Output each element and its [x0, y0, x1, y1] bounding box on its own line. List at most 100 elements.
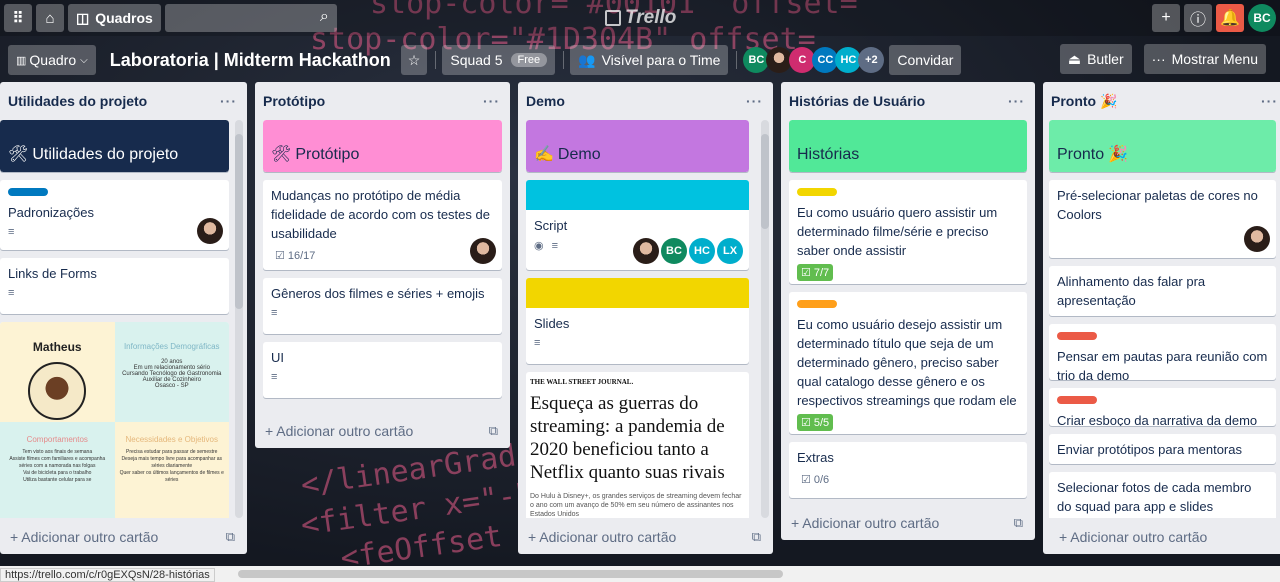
list-scrollbar-thumb[interactable] [235, 134, 243, 309]
card-pautas[interactable]: Pensar em pautas para reunião com trio d… [1049, 324, 1276, 380]
divider [736, 51, 738, 69]
butler-label: Butler [1087, 51, 1124, 67]
list-scrollbar[interactable] [235, 120, 243, 518]
add-card-button[interactable]: + Adicionar outro cartão⧉ [255, 414, 510, 448]
card-template-icon[interactable]: ⧉ [489, 423, 498, 439]
cover-card[interactable]: Pronto 🎉 [1049, 120, 1276, 172]
cover-card[interactable]: Histórias [789, 120, 1027, 172]
card-article[interactable]: THE WALL STREET JOURNAL. Esqueça as guer… [526, 372, 749, 518]
add-card-button[interactable]: + Adicionar outro cartão⧉ [781, 506, 1035, 540]
list-header[interactable]: Pronto 🎉 ··· [1043, 82, 1280, 120]
more-members-badge[interactable]: +2 [858, 47, 885, 73]
card-label [1057, 332, 1097, 340]
card-padronizacoes[interactable]: Padronizações ≡ [0, 180, 229, 250]
card-title: Utilidades do projeto [32, 146, 179, 163]
card-fotos[interactable]: Selecionar fotos de cada membro do squad… [1049, 472, 1276, 518]
member-avatar[interactable]: HC [689, 238, 715, 264]
cover-card[interactable]: 🛠 Protótipo [263, 120, 502, 172]
boards-button[interactable]: ◫ Quadros [68, 4, 161, 32]
card-members [197, 218, 223, 244]
list-scrollbar[interactable] [761, 120, 769, 518]
notifications-button[interactable]: 🔔 [1216, 4, 1244, 32]
card-template-icon[interactable]: ⧉ [752, 529, 761, 545]
team-icon: 👥 [578, 51, 596, 68]
cover-card[interactable]: ✍ Demo [526, 120, 749, 172]
card-template-icon[interactable]: ⧉ [226, 529, 235, 545]
card-title: Alinhamento das falar pra apresentação [1057, 274, 1206, 308]
visibility-button[interactable]: 👥 Visível para o Time [570, 45, 729, 75]
card-enviar-prototipos[interactable]: Enviar protótipos para mentoras [1049, 434, 1276, 464]
list-scrollbar-thumb[interactable] [761, 134, 769, 229]
card-paletas[interactable]: Pré-selecionar paletas de cores no Coolo… [1049, 180, 1276, 258]
card-links-de-forms[interactable]: Links de Forms ≡ [0, 258, 229, 314]
checkbox-icon: ☑ [801, 267, 811, 279]
list-header[interactable]: Demo ··· [518, 82, 773, 120]
horizontal-scrollbar-thumb[interactable] [238, 570, 783, 578]
card-generos[interactable]: Gêneros dos filmes e séries + emojis ≡ [263, 278, 502, 334]
list-menu-icon[interactable]: ··· [1261, 93, 1278, 109]
card-historia-2[interactable]: Eu como usuário desejo assistir um deter… [789, 292, 1027, 434]
star-board-button[interactable]: ☆ [400, 45, 428, 75]
list-title[interactable]: Histórias de Usuário [789, 93, 925, 109]
description-icon: ≡ [271, 307, 278, 319]
checkbox-icon: ☑ [801, 474, 811, 486]
card-badges: ≡ [263, 369, 502, 389]
list-menu-icon[interactable]: ··· [220, 93, 237, 109]
persona-image-card[interactable]: Matheus Informações Demográficas 20 anos… [0, 322, 229, 518]
list-title[interactable]: Pronto [1051, 93, 1096, 109]
list-menu-icon[interactable]: ··· [1008, 93, 1025, 109]
card-extras[interactable]: Extras ☑ 0/6 [789, 442, 1027, 498]
show-menu-button[interactable]: ··· Mostrar Menu [1143, 44, 1266, 74]
create-button[interactable]: + [1152, 4, 1180, 32]
user-avatar[interactable]: BC [1248, 4, 1276, 32]
butler-icon: ⏏ [1067, 50, 1082, 67]
cover-card[interactable]: 🛠 Utilidades do projeto [0, 120, 229, 172]
card-badges: ≡ [0, 285, 229, 305]
card-script[interactable]: Script ◉ ≡ BC HC LX [526, 180, 749, 270]
card-template-icon[interactable]: ⧉ [1014, 515, 1023, 531]
list-menu-icon[interactable]: ··· [483, 93, 500, 109]
card-mudancas-prototipo[interactable]: Mudanças no protótipo de média fidelidad… [263, 180, 502, 270]
list-header[interactable]: Protótipo ··· [255, 82, 510, 120]
add-card-button[interactable]: + Adicionar outro cartão⧉ [0, 520, 247, 554]
persona-profile: Matheus [0, 322, 115, 422]
persona-line: Quer saber os últimos lançamentos de fil… [119, 470, 224, 483]
home-button[interactable]: ⌂ [36, 4, 64, 32]
member-avatar[interactable]: BC [661, 238, 687, 264]
persona-needs: Necessidades e Objetivos Precisa estudar… [114, 422, 229, 518]
card-alinhamento[interactable]: Alinhamento das falar pra apresentação [1049, 266, 1276, 316]
card-badges: ☑ 16/17 [263, 245, 502, 270]
apps-button[interactable]: ⠿ [4, 4, 32, 32]
list-header[interactable]: Histórias de Usuário ··· [781, 82, 1035, 120]
trello-logo[interactable]: Trello [605, 7, 676, 29]
search-input[interactable]: ⌕ [164, 4, 337, 32]
info-button[interactable]: ⓘ [1184, 4, 1212, 32]
list-header[interactable]: Utilidades do projeto ··· [0, 82, 247, 120]
add-card-button[interactable]: + Adicionar outro cartão⧉ [518, 520, 773, 554]
invite-button[interactable]: Convidar [889, 45, 962, 75]
list-title[interactable]: Utilidades do projeto [8, 93, 147, 109]
board-view-switcher[interactable]: ▥ Quadro ⌵ [8, 45, 96, 75]
list-title[interactable]: Demo [526, 93, 565, 109]
card-slides[interactable]: Slides ≡ [526, 278, 749, 364]
add-card-button[interactable]: + Adicionar outro cartão⧉ [1043, 520, 1280, 554]
card-historia-1[interactable]: Eu como usuário quero assistir um determ… [789, 180, 1027, 284]
list-title[interactable]: Protótipo [263, 93, 325, 109]
card-ui[interactable]: UI ≡ [263, 342, 502, 398]
description-icon: ≡ [271, 371, 278, 383]
member-avatar[interactable] [197, 218, 223, 244]
member-avatar[interactable] [1244, 226, 1270, 252]
board-title[interactable]: Laboratoria | Midterm Hackathon [102, 50, 401, 71]
card-cover: Histórias [789, 120, 1027, 172]
checklist-count: 5/5 [813, 416, 830, 429]
member-avatar[interactable] [470, 238, 496, 264]
plus-icon: + [10, 529, 22, 545]
list-cards: 🛠 Utilidades do projeto Padronizações ≡ L… [0, 120, 229, 518]
member-avatar[interactable] [633, 238, 659, 264]
team-button[interactable]: Squad 5 Free [442, 45, 556, 75]
butler-button[interactable]: ⏏ Butler [1059, 44, 1132, 74]
card-esboco[interactable]: Criar esboço da narrativa da demo [1049, 388, 1276, 426]
list-menu-icon[interactable]: ··· [746, 93, 763, 109]
list-cards: 🛠 Protótipo Mudanças no protótipo de médi… [255, 120, 510, 412]
member-avatar[interactable]: LX [717, 238, 743, 264]
